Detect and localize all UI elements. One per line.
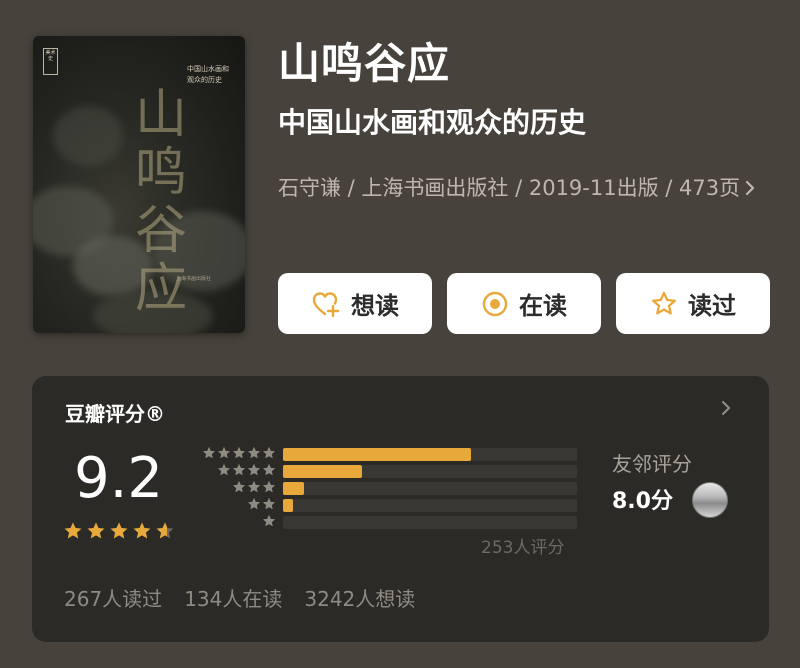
reading-button[interactable]: 在读: [447, 273, 601, 334]
bar-fill-2: [283, 499, 294, 512]
have-read-button[interactable]: 读过: [616, 273, 770, 334]
star-icon: [233, 464, 245, 476]
star-icon: [133, 522, 151, 539]
star-icon: [156, 522, 174, 539]
star-level-2: [192, 497, 276, 514]
book-title: 山鸣谷应: [278, 39, 451, 88]
bar-fill-3: [283, 482, 304, 495]
star-icon: [233, 447, 245, 459]
distribution-star-labels: [192, 446, 276, 531]
book-subtitle: 中国山水画和观众的历史: [278, 106, 587, 139]
bar-track-1: [283, 516, 577, 529]
reading-stats: 267人读过 134人在读 3242人想读: [64, 583, 415, 612]
book-meta[interactable]: 石守谦 / 上海书画出版社 / 2019-11出版 / 473页: [278, 170, 776, 206]
star-icon: [263, 447, 275, 459]
star-icon: [218, 464, 230, 476]
book-cover[interactable]: 美术史 山鸣谷应 中国山水画和观众的历史 上海书画出版社: [33, 36, 245, 333]
heart-plus-icon: [311, 290, 341, 318]
cover-stamp: 美术史: [43, 48, 58, 75]
book-meta-text: 石守谦 / 上海书画出版社 / 2019-11出版 / 473页: [278, 176, 741, 200]
friends-rating-label: 友邻评分: [612, 452, 692, 476]
bar-track-4: [283, 465, 577, 478]
rating-title: 豆瓣评分®: [65, 402, 165, 426]
star-icon: [218, 447, 230, 459]
rating-stars: [63, 521, 175, 541]
star-icon: [233, 481, 245, 493]
want-to-read-button[interactable]: 想读: [278, 273, 432, 334]
rating-card[interactable]: 豆瓣评分® 9.2 253人评分 友邻评分 8.0分 267人读过 134人在读…: [32, 376, 769, 642]
cover-big-title: 山鸣谷应: [134, 85, 187, 319]
friends-rating-score: 8.0分: [612, 489, 673, 514]
star-icon: [64, 522, 82, 539]
star-icon: [248, 447, 260, 459]
rating-distribution: [283, 448, 577, 533]
bar-track-3: [283, 482, 577, 495]
bar-track-5: [283, 448, 577, 461]
cover-publisher: 上海书画出版社: [176, 276, 212, 282]
reading-circle-icon: [481, 290, 509, 318]
star-level-1: [192, 514, 276, 531]
star-icon: [263, 498, 275, 510]
rating-score: 9.2: [74, 446, 164, 511]
chevron-right-icon[interactable]: [720, 398, 732, 422]
chevron-right-icon: [744, 176, 756, 200]
friend-avatar[interactable]: [692, 482, 728, 518]
star-icon: [203, 447, 215, 459]
star-level-5: [192, 446, 276, 463]
star-outline-icon: [650, 290, 678, 318]
cover-rock: [53, 106, 123, 166]
star-icon: [248, 481, 260, 493]
bar-fill-5: [283, 448, 472, 461]
star-icon: [263, 515, 275, 527]
star-level-4: [192, 463, 276, 480]
read-count[interactable]: 267人读过: [64, 583, 162, 612]
reading-count[interactable]: 134人在读: [184, 583, 282, 612]
bar-track-2: [283, 499, 577, 512]
cover-subtitle: 中国山水画和观众的历史: [187, 65, 229, 84]
star-icon: [248, 498, 260, 510]
bar-fill-4: [283, 465, 363, 478]
rating-count[interactable]: 253人评分: [481, 533, 564, 558]
want-count[interactable]: 3242人想读: [304, 583, 415, 612]
have-read-label: 读过: [688, 292, 736, 320]
star-icon: [263, 464, 275, 476]
star-icon: [263, 481, 275, 493]
want-to-read-label: 想读: [351, 292, 399, 320]
star-icon: [248, 464, 260, 476]
star-icon: [87, 522, 105, 539]
star-icon: [110, 522, 128, 539]
reading-label: 在读: [519, 292, 567, 320]
star-level-3: [192, 480, 276, 497]
